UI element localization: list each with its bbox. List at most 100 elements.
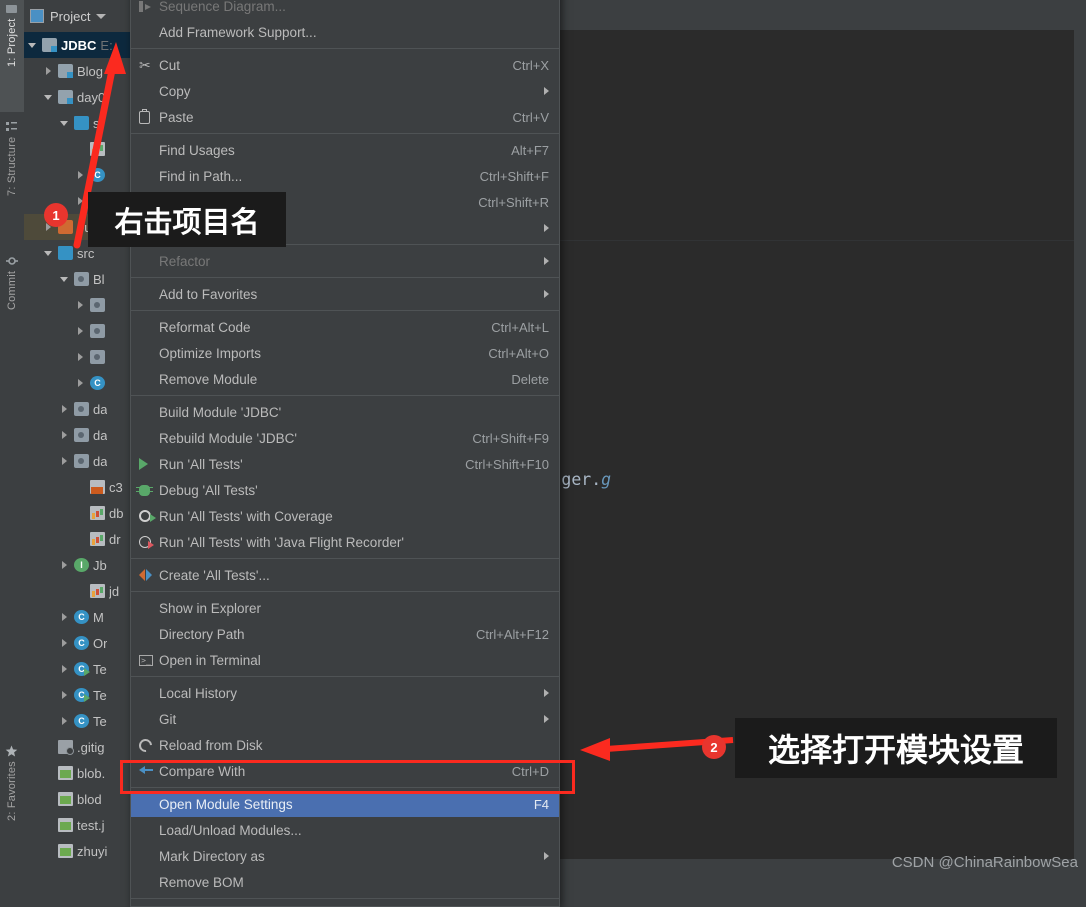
chevron-right-icon[interactable]: [60, 638, 70, 648]
sidebar-item-structure[interactable]: 7: Structure: [0, 118, 24, 246]
menu-item-refactor[interactable]: Refactor: [131, 248, 559, 274]
chevron-right-icon[interactable]: [60, 612, 70, 622]
sidebar-item-project[interactable]: 1: Project: [0, 0, 24, 112]
chevron-right-icon[interactable]: [76, 326, 86, 336]
menu-item-label: Sequence Diagram...: [159, 0, 286, 14]
menu-item-label: Paste: [159, 109, 194, 125]
tool-tab-label: 2: Favorites: [6, 761, 18, 821]
package-icon: [74, 402, 89, 416]
tree-node-label: zhuyi: [77, 843, 108, 859]
chevron-right-icon[interactable]: [76, 378, 86, 388]
menu-icon-slot: [139, 371, 159, 387]
menu-item-remove-bom[interactable]: Remove BOM: [131, 869, 559, 895]
menu-item-local-history[interactable]: Local History: [131, 680, 559, 706]
menu-separator: [131, 558, 559, 559]
menu-icon-slot: [139, 286, 159, 302]
menu-item-show-in-explorer[interactable]: Show in Explorer: [131, 595, 559, 621]
menu-item-reformat-code[interactable]: Reformat Code Ctrl+Alt+L: [131, 314, 559, 340]
menu-item-label: Mark Directory as: [159, 848, 265, 864]
tree-node-label: Te: [93, 687, 107, 703]
menu-icon-slot: [139, 319, 159, 335]
menu-item-mark-directory-as[interactable]: Mark Directory as: [131, 843, 559, 869]
menu-item-optimize-imports[interactable]: Optimize Imports Ctrl+Alt+O: [131, 340, 559, 366]
menu-item-remove-module[interactable]: Remove Module Delete: [131, 366, 559, 392]
annotation-badge-1: 1: [44, 203, 68, 227]
menu-icon-slot: [139, 600, 159, 616]
submenu-arrow-icon: [544, 290, 549, 298]
chevron-right-icon[interactable]: [60, 430, 70, 440]
menu-item-open-in-terminal[interactable]: >_ Open in Terminal: [131, 647, 559, 673]
submenu-arrow-icon: [544, 87, 549, 95]
properties-file-icon: [90, 506, 105, 520]
menu-icon-slot: [139, 848, 159, 864]
menu-icon-slot: [139, 404, 159, 420]
callout-2-text: 选择打开模块设置: [767, 731, 1024, 769]
chevron-right-icon[interactable]: [60, 560, 70, 570]
chevron-down-icon[interactable]: [96, 13, 107, 19]
menu-item-label: Add Framework Support...: [159, 24, 317, 40]
menu-separator: [131, 676, 559, 677]
menu-item-shortcut: Ctrl+Shift+F10: [465, 456, 549, 472]
menu-item-cut[interactable]: ✂ Cut Ctrl+X: [131, 52, 559, 78]
tree-node-label: Te: [93, 713, 107, 729]
tree-node-label: da: [93, 427, 108, 443]
chevron-right-icon[interactable]: [76, 352, 86, 362]
menu-item-build-module[interactable]: Build Module 'JDBC': [131, 399, 559, 425]
submenu-arrow-icon: [544, 257, 549, 265]
menu-item-find-in-path[interactable]: Find in Path... Ctrl+Shift+F: [131, 163, 559, 189]
tree-node-label: jd: [109, 583, 120, 599]
package-icon: [74, 272, 89, 286]
chevron-right-icon[interactable]: [76, 300, 86, 310]
menu-item-copy[interactable]: Copy: [131, 78, 559, 104]
chevron-right-icon[interactable]: [60, 456, 70, 466]
menu-item-rebuild-module[interactable]: Rebuild Module 'JDBC' Ctrl+Shift+F9: [131, 425, 559, 451]
chevron-down-icon[interactable]: [60, 274, 70, 284]
menu-item-shortcut: Ctrl+Shift+R: [478, 194, 549, 210]
menu-item-reload-from-disk[interactable]: Reload from Disk: [131, 732, 559, 758]
chevron-right-icon[interactable]: [60, 716, 70, 726]
menu-item-run-with-jfr[interactable]: Run 'All Tests' with 'Java Flight Record…: [131, 529, 559, 555]
menu-item-directory-path[interactable]: Directory Path Ctrl+Alt+F12: [131, 621, 559, 647]
runnable-class-icon: C: [74, 662, 90, 676]
chevron-right-icon[interactable]: [60, 664, 70, 674]
menu-item-git[interactable]: Git: [131, 706, 559, 732]
menu-item-label: Debug 'All Tests': [159, 482, 258, 498]
menu-item-create-all-tests[interactable]: Create 'All Tests'...: [131, 562, 559, 588]
sidebar-item-favorites[interactable]: 2: Favorites: [0, 742, 24, 875]
menu-item-paste[interactable]: Paste Ctrl+V: [131, 104, 559, 130]
editor-scrollbar[interactable]: [1074, 30, 1086, 859]
menu-item-add-to-favorites[interactable]: Add to Favorites: [131, 281, 559, 307]
tree-node-label: test.j: [77, 817, 105, 833]
tree-node-label: c3: [109, 479, 123, 495]
gitignore-icon: [58, 740, 74, 755]
menu-item-debug-all-tests[interactable]: Debug 'All Tests': [131, 477, 559, 503]
menu-item-label: Run 'All Tests' with 'Java Flight Record…: [159, 534, 404, 550]
package-icon: [90, 324, 105, 338]
class-icon: C: [90, 376, 105, 390]
menu-item-shortcut: Ctrl+V: [512, 109, 549, 125]
menu-item-label: Run 'All Tests': [159, 456, 243, 472]
menu-item-label: Optimize Imports: [159, 345, 262, 361]
chevron-down-icon[interactable]: [28, 40, 38, 50]
menu-item-add-framework-support[interactable]: Add Framework Support...: [131, 19, 559, 45]
sidebar-item-commit[interactable]: Commit: [0, 252, 24, 356]
menu-item-sequence-diagram[interactable]: Sequence Diagram...: [131, 0, 559, 19]
submenu-arrow-icon: [544, 224, 549, 232]
menu-separator: [131, 395, 559, 396]
chevron-right-icon[interactable]: [60, 404, 70, 414]
menu-item-load-unload-modules[interactable]: Load/Unload Modules...: [131, 817, 559, 843]
menu-item-open-module-settings[interactable]: Open Module Settings F4: [131, 791, 559, 817]
debug-icon: [136, 482, 159, 498]
menu-item-shortcut: Delete: [511, 371, 549, 387]
menu-item-run-with-coverage[interactable]: Run 'All Tests' with Coverage: [131, 503, 559, 529]
chevron-right-icon[interactable]: [60, 690, 70, 700]
menu-item-run-all-tests[interactable]: Run 'All Tests' Ctrl+Shift+F10: [131, 451, 559, 477]
menu-icon-slot: [139, 796, 159, 812]
menu-item-find-usages[interactable]: Find Usages Alt+F7: [131, 137, 559, 163]
menu-icon-slot: [139, 626, 159, 642]
menu-item-shortcut: Alt+F7: [511, 142, 549, 158]
